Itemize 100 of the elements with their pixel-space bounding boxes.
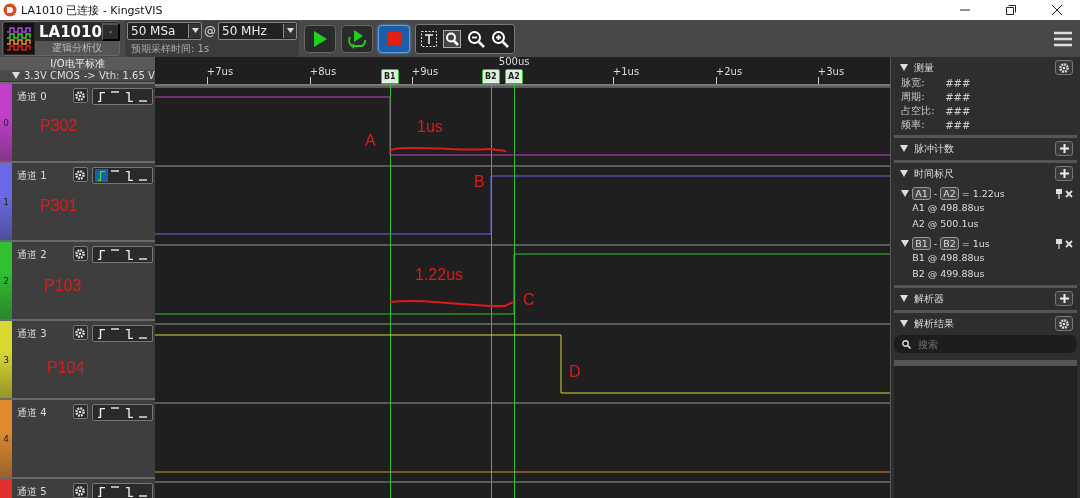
measure-value: ### [945,91,971,103]
cursor-position: A1 @ 498.88us [911,201,986,215]
close-icon[interactable] [1052,5,1062,15]
channel-name[interactable]: 通道 2 [17,246,69,262]
time-label: 500us [498,57,530,67]
measure-label: 频率: [901,118,926,132]
collapse-caret-icon[interactable] [900,295,909,302]
collapse-caret-icon[interactable] [12,72,20,79]
channel-name[interactable]: 通道 1 [17,167,69,183]
io-standard-value[interactable]: 3.3V CMOS [24,70,80,81]
collapse-caret-icon[interactable] [900,170,909,177]
channel-index: 3 [3,354,9,365]
channel-index: 0 [3,117,9,128]
restore-icon[interactable] [1006,5,1016,15]
channel-index: 1 [3,196,9,207]
channel-name[interactable]: 通道 4 [17,404,69,420]
repeat-start-button[interactable] [341,24,373,53]
rising-edge-icon [97,170,105,181]
section-title: 解析器 [914,291,946,306]
annotation-label: 1.22us [415,266,464,284]
section-settings-button[interactable] [1055,60,1073,75]
add-button[interactable] [1055,141,1073,156]
measure-label: 占空比: [901,104,936,118]
falling-edge-icon [125,328,133,339]
plus-icon [1058,143,1070,154]
pin-icon[interactable] [1056,238,1062,249]
section-settings-button[interactable] [1055,316,1073,331]
channel-name[interactable]: 通道 3 [17,325,69,341]
annotation-label: 1us [417,118,443,136]
dropdown-caret-icon [286,28,294,33]
collapse-caret-icon[interactable] [901,190,910,197]
add-button[interactable] [1055,166,1073,181]
falling-edge-icon [125,249,133,260]
cursor-delta: = 1us [961,238,991,249]
stop-icon [387,32,401,45]
cursor-line[interactable] [513,84,515,498]
measure-value: ### [945,105,971,117]
rising-edge-icon [97,249,105,260]
app-logo-icon [3,3,17,17]
zoom-in-icon[interactable] [491,29,509,48]
menu-icon[interactable] [1054,30,1072,47]
collapse-caret-icon[interactable] [900,145,909,152]
start-button[interactable] [304,24,336,53]
cursor-marker[interactable]: B2 [481,69,500,84]
tick-mark [817,77,819,84]
time-tick-label: +8us [309,66,337,77]
tick-mark [206,77,208,84]
tick-mark [309,77,311,84]
section-title: 解析结果 [914,316,956,331]
device-settings-button[interactable] [101,22,120,41]
annotation-label: D [569,363,581,381]
collapse-caret-icon[interactable] [900,320,909,327]
at-sign: @ [204,23,217,38]
cursor-position: B1 @ 498.88us [911,251,986,265]
cursor-tag: B2 [940,237,959,250]
annotation-label: B [474,173,485,191]
tick-mark [411,77,413,84]
plus-icon [1058,293,1070,304]
cursor-marker[interactable]: A2 [504,69,523,84]
time-tick-label: +1us [612,66,640,77]
measure-value: ### [945,119,971,131]
zoom-fit-icon[interactable] [443,29,461,48]
pin-icon[interactable] [1056,188,1062,199]
cursor-marker[interactable]: B1 [380,69,399,84]
cursor-line[interactable] [389,84,391,498]
device-subtitle: 逻辑分析仪 [35,41,119,55]
section-title: 时间标尺 [914,166,956,181]
section-title: 测量 [914,60,936,75]
plus-icon [1058,168,1070,179]
add-button[interactable] [1055,291,1073,306]
sample-rate-dropdown[interactable]: 50 MHz [218,21,297,40]
falling-edge-icon [125,91,133,102]
channel-name[interactable]: 通道 5 [17,483,69,498]
annotation-label: P302 [40,117,78,135]
measure-label: 脉宽: [901,76,926,90]
collapse-caret-icon[interactable] [901,240,910,247]
time-tick-label: +2us [715,66,743,77]
channel-name[interactable]: 通道 0 [17,88,69,104]
rising-edge-icon [97,328,105,339]
rising-edge-trigger-button[interactable] [94,169,108,182]
zoom-out-icon[interactable] [467,29,485,48]
play-icon [313,30,327,47]
threshold-label: -> Vth: 1.65 V [83,70,155,81]
sample-depth-dropdown[interactable]: 50 MSa [127,21,203,40]
annotation-label: A [365,132,376,150]
time-tick-label: +9us [411,66,439,77]
device-name: LA1010 [39,22,102,41]
cursor-tag: B1 [912,237,931,250]
tick-mark [715,77,717,84]
text-tool-icon[interactable] [421,30,437,47]
cursor-tag: A1 [912,187,931,200]
cursor-position: B2 @ 499.88us [911,267,986,281]
channel-index: 4 [3,433,9,444]
section-title: 脉冲计数 [914,141,956,156]
measure-value: ### [945,77,971,89]
collapse-caret-icon[interactable] [900,64,909,71]
window-title: LA1010 已连接 - KingstVIS [21,2,164,18]
cursor-line[interactable] [490,84,492,498]
falling-edge-icon [125,486,133,497]
search-field[interactable]: 搜索 [894,335,1077,353]
